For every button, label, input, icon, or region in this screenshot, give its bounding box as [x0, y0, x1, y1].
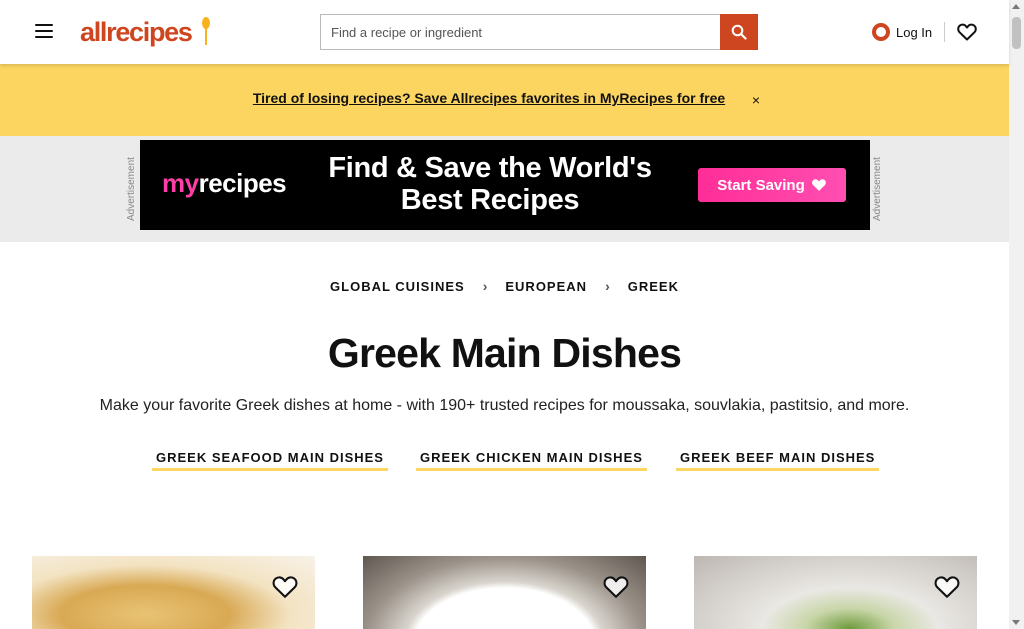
- ad-label-right: Advertisement: [872, 157, 883, 221]
- scroll-down-arrow[interactable]: [1012, 620, 1020, 625]
- heart-icon: [934, 576, 960, 598]
- login-label: Log In: [896, 24, 933, 40]
- heart-icon: [272, 576, 298, 598]
- page-scrollbar[interactable]: [1009, 0, 1024, 629]
- menu-icon-bar: [35, 24, 53, 26]
- subcategory-link-seafood[interactable]: Greek Seafood Main Dishes: [152, 447, 388, 471]
- promo-banner: Tired of losing recipes? Save Allrecipes…: [0, 64, 1009, 136]
- header-divider: [944, 22, 945, 42]
- ad-cta-label: Start Saving: [717, 176, 805, 194]
- allrecipes-logo[interactable]: allrecipes: [80, 15, 210, 49]
- site-header: allrecipes Log In: [0, 0, 1009, 64]
- ad-brand-suffix: recipes: [198, 168, 287, 198]
- save-recipe-button[interactable]: [932, 572, 962, 602]
- search-bar: [320, 14, 758, 50]
- scroll-up-arrow[interactable]: [1012, 4, 1020, 9]
- heart-icon: [603, 576, 629, 598]
- ad-zone: Advertisement myrecipes Find & Save the …: [0, 136, 1009, 242]
- search-button[interactable]: [720, 14, 758, 50]
- breadcrumb: Global Cuisines › European › Greek: [0, 274, 1009, 298]
- chevron-right-icon: ›: [482, 278, 488, 294]
- user-icon: [872, 23, 890, 41]
- heart-icon: [957, 23, 977, 41]
- page-title: Greek Main Dishes: [327, 330, 682, 376]
- login-link[interactable]: Log In: [868, 18, 936, 46]
- subcategory-links: Greek Seafood Main Dishes Greek Chicken …: [0, 447, 1009, 471]
- heart-icon: [811, 179, 826, 191]
- subcategory-link-chicken[interactable]: Greek Chicken Main Dishes: [416, 447, 647, 471]
- page-intro: Make your favorite Greek dishes at home …: [99, 397, 910, 414]
- scroll-thumb[interactable]: [1012, 17, 1021, 49]
- search-input[interactable]: [320, 14, 720, 50]
- save-recipe-button[interactable]: [601, 572, 631, 602]
- logo-text: allrecipes: [80, 17, 193, 47]
- saved-recipes-button[interactable]: [955, 20, 979, 44]
- ad-headline: Find & Save the World's Best Recipes: [328, 152, 652, 216]
- breadcrumb-item-greek[interactable]: Greek: [624, 277, 683, 296]
- subcategory-link-beef[interactable]: Greek Beef Main Dishes: [676, 447, 880, 471]
- breadcrumb-item-global-cuisines[interactable]: Global Cuisines: [326, 277, 469, 296]
- chevron-right-icon: ›: [605, 278, 610, 294]
- promo-close-button[interactable]: ×: [748, 90, 764, 110]
- ad-brand-prefix: my: [162, 168, 199, 198]
- menu-button[interactable]: [30, 17, 58, 45]
- ad-cta-button[interactable]: Start Saving: [698, 168, 846, 202]
- breadcrumb-item-european[interactable]: European: [501, 277, 591, 296]
- ad-label-left: Advertisement: [126, 157, 137, 221]
- spoon-icon: [202, 17, 210, 47]
- save-recipe-button[interactable]: [270, 572, 300, 602]
- search-icon: [731, 24, 747, 40]
- ad-brand: myrecipes: [162, 168, 287, 199]
- menu-icon-bar: [35, 36, 53, 38]
- ad-banner[interactable]: myrecipes Find & Save the World's Best R…: [140, 140, 870, 230]
- promo-link[interactable]: Tired of losing recipes? Save Allrecipes…: [245, 90, 733, 112]
- menu-icon-bar: [35, 30, 53, 32]
